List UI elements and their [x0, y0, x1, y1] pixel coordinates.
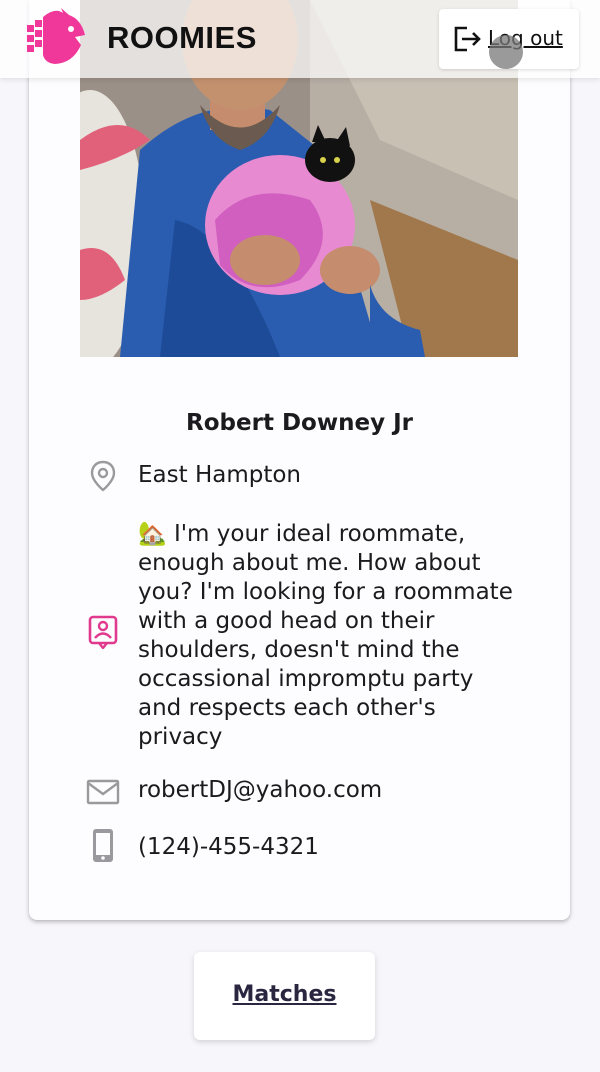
- location-pin-icon: [90, 460, 116, 492]
- profile-name: Robert Downey Jr: [186, 410, 413, 436]
- roomies-logo-icon: [27, 8, 85, 64]
- phone-text: (124)-455-4321: [138, 834, 319, 860]
- bio-row: [86, 615, 120, 649]
- phone-row: (124)-455-4321: [86, 828, 319, 862]
- bio-text: 🏡 I'm your ideal roommate, enough about …: [138, 521, 513, 750]
- location-row: East Hampton: [86, 459, 301, 493]
- logout-icon: [454, 26, 481, 52]
- envelope-icon: [86, 779, 120, 805]
- contact-card-icon: [88, 615, 118, 649]
- email-row: robertDJ@yahoo.com: [86, 775, 382, 809]
- matches-button[interactable]: Matches: [194, 952, 375, 1040]
- email-text: robertDJ@yahoo.com: [138, 777, 383, 803]
- touch-cursor-indicator: [489, 35, 523, 69]
- mobile-phone-icon: [93, 829, 113, 862]
- brand-title: ROOMIES: [107, 20, 257, 55]
- matches-label[interactable]: Matches: [194, 982, 375, 1007]
- location-text: East Hampton: [138, 462, 301, 488]
- page: Robert Downey Jr East Hampton 🏡 I'm your…: [0, 0, 600, 1072]
